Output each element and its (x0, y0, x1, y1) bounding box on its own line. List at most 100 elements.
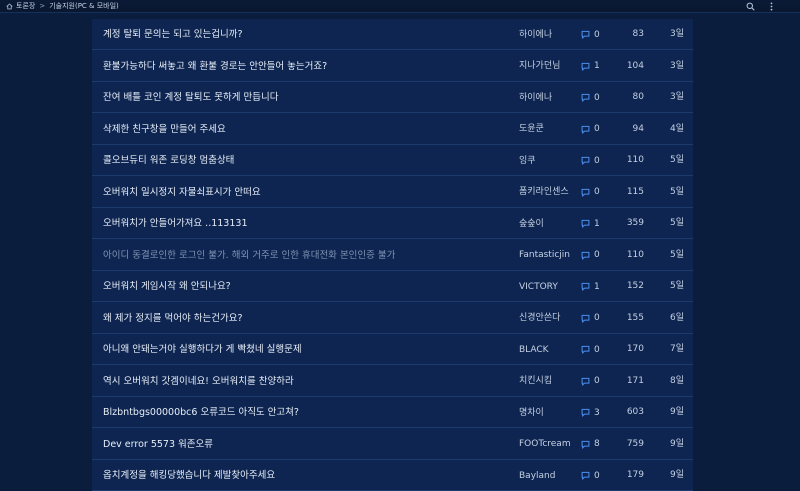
post-author[interactable]: Bayland (519, 460, 577, 491)
comment-count: 0 (581, 145, 600, 176)
breadcrumb-section[interactable]: 기술지원(PC & 모바일) (49, 0, 119, 13)
comment-icon (581, 30, 590, 39)
post-author[interactable]: BLACK (519, 334, 577, 365)
post-title[interactable]: 오버워치가 안들어가져요 ..113131 (103, 208, 508, 239)
post-author[interactable]: 하이에나 (519, 82, 577, 113)
post-author[interactable]: 숲숲이 (519, 208, 577, 239)
post-author[interactable]: Fantasticjin (519, 240, 577, 271)
view-count: 80 (632, 92, 644, 102)
post-title[interactable]: Dev error 5573 워존오류 (103, 429, 508, 460)
top-actions (746, 2, 776, 11)
view-count: 603 (626, 407, 644, 417)
comment-icon (581, 156, 590, 165)
view-count: 110 (626, 249, 644, 260)
comment-count: 0 (581, 460, 600, 491)
view-count: 155 (626, 312, 644, 323)
post-author[interactable]: 도윤쿤 (519, 114, 577, 145)
comment-icon (581, 314, 590, 323)
more-vertical-icon[interactable] (767, 2, 776, 11)
post-row[interactable]: 아이디 동결로인한 로그인 불가. 해외 거주로 인한 휴대전화 본인인증 불가… (92, 240, 693, 271)
comment-icon (581, 188, 590, 197)
post-author[interactable]: 폼키라인센스 (519, 177, 577, 208)
post-date: 9일 (669, 438, 684, 449)
post-date: 3일 (669, 92, 684, 102)
post-row[interactable]: 오버워치 일시정지 자물쇠표시가 안떠요 폼키라인센스 0 115 5일 (92, 177, 693, 208)
view-count: 115 (626, 186, 644, 197)
home-icon[interactable] (6, 2, 13, 10)
post-date: 8일 (669, 375, 684, 386)
comment-count-value: 0 (594, 470, 600, 481)
comment-count-value: 0 (594, 92, 600, 103)
post-author[interactable]: 명차이 (519, 397, 577, 428)
view-count: 759 (626, 438, 644, 449)
post-date: 9일 (669, 407, 684, 417)
post-title[interactable]: 콜오브듀티 워존 로딩창 멈춤상태 (103, 145, 508, 176)
post-row[interactable]: 오버워치가 안들어가져요 ..113131 숲숲이 1 359 5일 (92, 208, 693, 239)
post-row[interactable]: 잔여 배틀 코인 계정 탈퇴도 못하게 만듭니다 하이에나 0 80 3일 (92, 82, 693, 113)
post-title[interactable]: 오버워치 일시정지 자물쇠표시가 안떠요 (103, 177, 508, 208)
post-title[interactable]: 왜 제가 정지를 먹어야 하는건가요? (103, 303, 508, 334)
post-date: 5일 (669, 186, 684, 197)
post-row[interactable]: 삭제한 친구창을 만들어 주세요 도윤쿤 0 94 4일 (92, 114, 693, 145)
breadcrumb-home[interactable]: 토론장 (16, 0, 35, 13)
post-author[interactable]: 하이에나 (519, 19, 577, 50)
post-title[interactable]: 잔여 배틀 코인 계정 탈퇴도 못하게 만듭니다 (103, 82, 508, 113)
comment-icon (581, 345, 590, 354)
post-title[interactable]: 환불가능하다 써놓고 왜 환불 경로는 안안들어 놓는거죠? (103, 51, 508, 82)
comment-count-value: 1 (594, 218, 600, 229)
comment-count-value: 0 (594, 124, 600, 134)
post-row[interactable]: 아니왜 안돼는거야 실행하다가 게 빡쳤네 실행문제 BLACK 0 170 7일 (92, 334, 693, 365)
comment-count-value: 3 (594, 407, 600, 418)
comment-icon (581, 125, 590, 134)
post-author[interactable]: 신경안쓴다 (519, 303, 577, 334)
post-author[interactable]: 치킨시킴 (519, 366, 577, 397)
post-title[interactable]: 아이디 동결로인한 로그인 불가. 해외 거주로 인한 휴대전화 본인인증 불가 (103, 240, 508, 271)
comment-icon (581, 377, 590, 386)
view-count: 179 (626, 470, 644, 480)
comment-count: 0 (581, 19, 600, 50)
post-row[interactable]: 환불가능하다 써놓고 왜 환불 경로는 안안들어 놓는거죠? 지나가던님 1 104 3… (92, 51, 693, 82)
post-title[interactable]: 역시 오버워치 갓겜이네요! 오버워치를 찬양하라 (103, 366, 508, 397)
comment-count-value: 0 (594, 376, 600, 386)
post-author[interactable]: FOOTcream (519, 429, 577, 460)
post-row[interactable]: 콜오브듀티 워존 로딩창 멈춤상태 잉쿠 0 110 5일 (92, 145, 693, 176)
comment-count: 0 (581, 82, 600, 113)
post-title[interactable]: 오버워치 게임시작 왜 안되나요? (103, 271, 508, 302)
comment-count-value: 0 (594, 155, 600, 166)
post-title[interactable]: Blzbntbgs00000bc6 오류코드 아직도 안고쳐? (103, 397, 508, 428)
post-date: 5일 (669, 249, 684, 260)
post-row[interactable]: 계정 탈퇴 문의는 되고 있는겁니까? 하이에나 0 83 3일 (92, 19, 693, 50)
view-count: 359 (626, 218, 644, 228)
view-count: 171 (626, 375, 644, 386)
view-count: 110 (626, 155, 644, 165)
search-icon[interactable] (746, 2, 755, 11)
comment-count: 0 (581, 366, 600, 397)
post-author[interactable]: 지나가던님 (519, 51, 577, 82)
view-count: 104 (626, 60, 644, 71)
comment-count-value: 1 (594, 61, 600, 71)
comment-count: 8 (581, 429, 600, 460)
post-row[interactable]: Dev error 5573 워존오류 FOOTcream 8 759 9일 (92, 429, 693, 460)
post-row[interactable]: 옵치계정을 해킹당했습니다 제발찾아주세요 Bayland 0 179 9일 (92, 460, 693, 491)
post-row[interactable]: 오버워치 게임시작 왜 안되나요? VICTORY 1 152 5일 (92, 271, 693, 302)
comment-count: 1 (581, 51, 600, 82)
post-date: 7일 (669, 344, 684, 354)
post-date: 3일 (669, 29, 684, 39)
post-author[interactable]: VICTORY (519, 271, 577, 302)
comment-count: 0 (581, 177, 600, 208)
comment-count-value: 8 (594, 439, 600, 449)
comment-count-value: 0 (594, 29, 600, 40)
comment-icon (581, 62, 590, 71)
post-title[interactable]: 삭제한 친구창을 만들어 주세요 (103, 114, 508, 145)
post-title[interactable]: 아니왜 안돼는거야 실행하다가 게 빡쳤네 실행문제 (103, 334, 508, 365)
post-row[interactable]: 역시 오버워치 갓겜이네요! 오버워치를 찬양하라 치킨시킴 0 171 8일 (92, 366, 693, 397)
post-author[interactable]: 잉쿠 (519, 145, 577, 176)
post-title[interactable]: 계정 탈퇴 문의는 되고 있는겁니까? (103, 19, 508, 50)
comment-count: 0 (581, 334, 600, 365)
post-title[interactable]: 옵치계정을 해킹당했습니다 제발찾아주세요 (103, 460, 508, 491)
post-row[interactable]: Blzbntbgs00000bc6 오류코드 아직도 안고쳐? 명차이 3 603 9일 (92, 397, 693, 428)
post-date: 6일 (669, 312, 684, 323)
view-count: 152 (626, 281, 644, 291)
post-date: 9일 (669, 470, 684, 480)
post-row[interactable]: 왜 제가 정지를 먹어야 하는건가요? 신경안쓴다 0 155 6일 (92, 303, 693, 334)
